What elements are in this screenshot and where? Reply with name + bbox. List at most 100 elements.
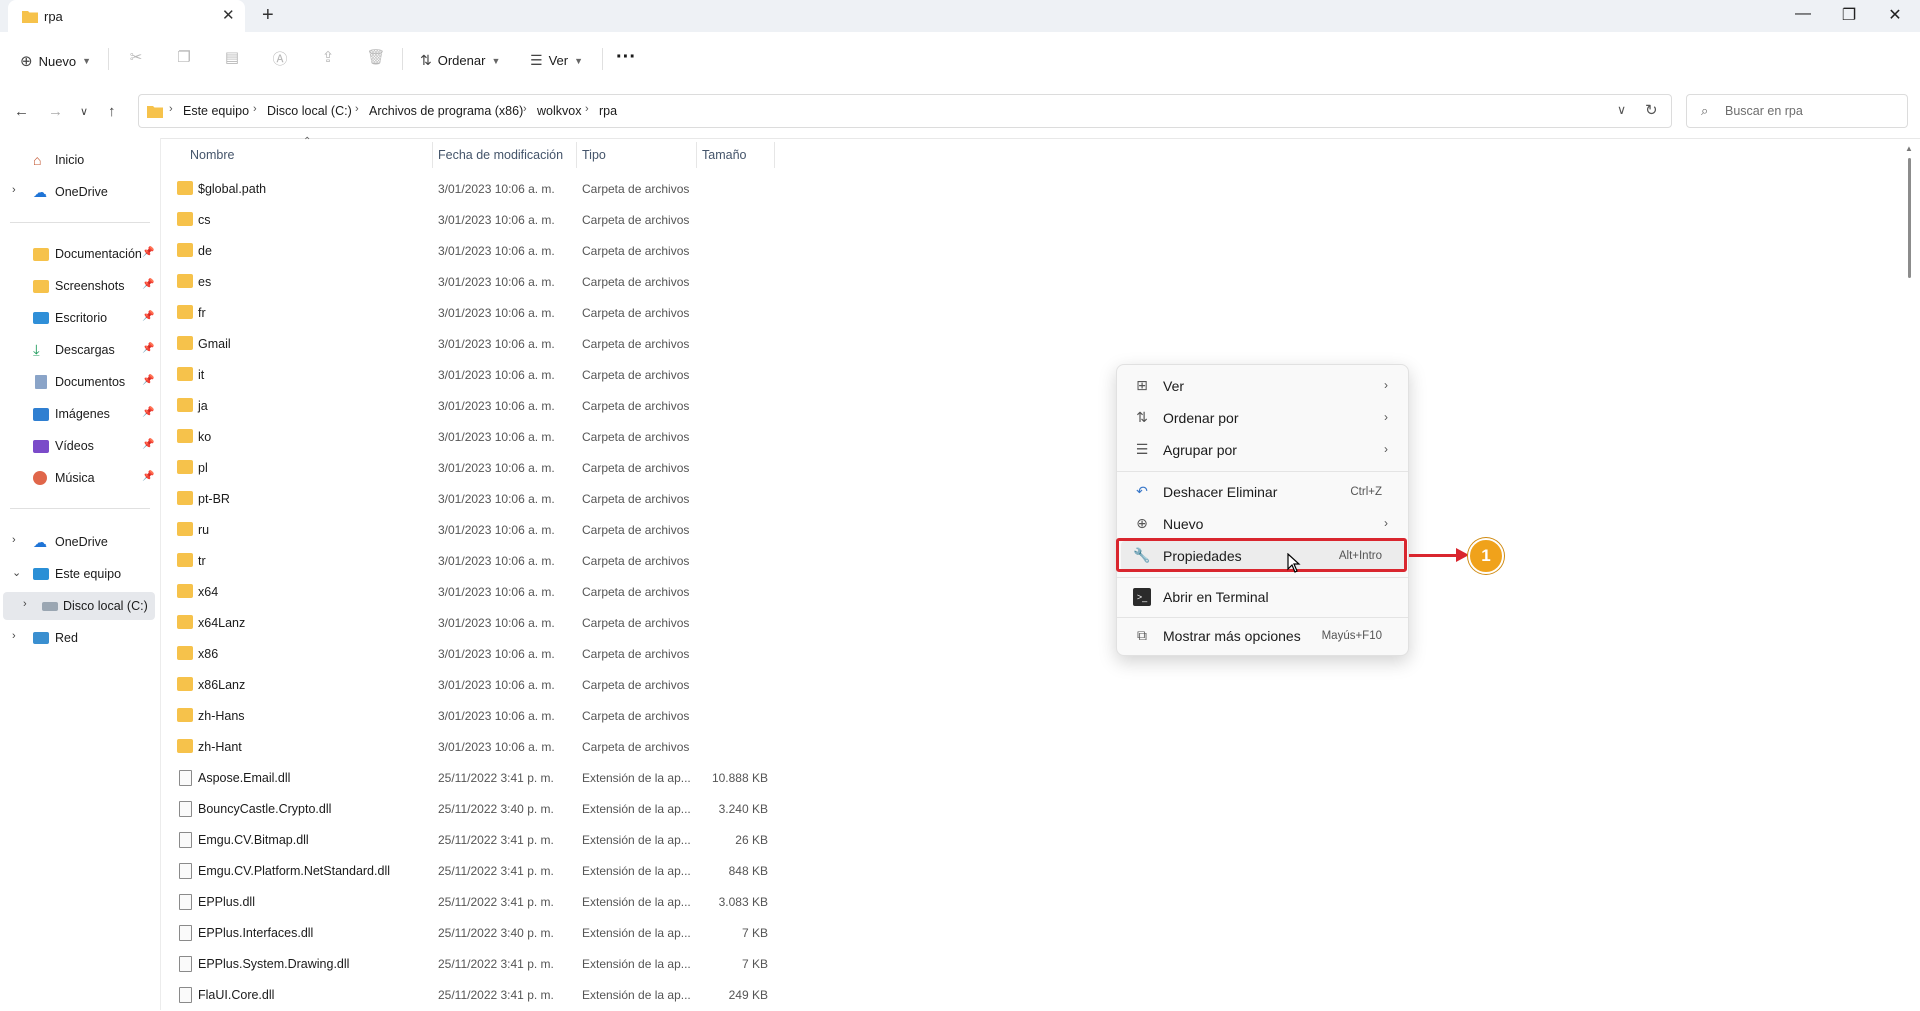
table-row[interactable]: fr 3/01/2023 10:06 a. m. Carpeta de archiv… <box>160 298 1910 329</box>
table-row[interactable]: x86Lanz 3/01/2023 10:06 a. m. Carpeta de a… <box>160 670 1910 701</box>
back-arrow-icon[interactable]: ← <box>14 103 29 120</box>
menu-item-ver[interactable]: ⊞ Ver › <box>1121 371 1404 401</box>
rename-icon[interactable]: Ⓐ <box>270 48 290 68</box>
sidebar-item-onedrive-top[interactable]: › ☁ OneDrive <box>0 178 160 206</box>
column-divider[interactable] <box>774 142 775 168</box>
menu-item-nuevo[interactable]: ⊕ Nuevo › <box>1121 509 1404 539</box>
tab-close-icon[interactable]: ✕ <box>222 6 235 24</box>
table-row[interactable]: x86 3/01/2023 10:06 a. m. Carpeta de archi… <box>160 639 1910 670</box>
cut-icon[interactable]: ✂ <box>126 48 146 68</box>
folder-icon <box>177 615 193 629</box>
menu-item-agrupar-por[interactable]: ☰ Agrupar por › <box>1121 435 1404 465</box>
forward-arrow-icon[interactable]: → <box>48 103 63 120</box>
table-row[interactable]: EPPlus.dll 25/11/2022 3:41 p. m. Extensión… <box>160 887 1910 918</box>
share-icon[interactable]: ⇪ <box>318 48 338 68</box>
recent-locations-icon[interactable]: ∨ <box>80 105 88 118</box>
search-box[interactable]: ⌕ Buscar en rpa <box>1686 94 1908 128</box>
close-button[interactable]: ✕ <box>1885 5 1905 25</box>
table-row[interactable]: ko 3/01/2023 10:06 a. m. Carpeta de archiv… <box>160 422 1910 453</box>
table-row[interactable]: EPPlus.System.Drawing.dll 25/11/2022 3:41… <box>160 949 1910 980</box>
chevron-right-icon[interactable]: › <box>23 598 27 610</box>
breadcrumb-este-equipo[interactable]: Este equipo <box>183 104 249 118</box>
table-row[interactable]: x64Lanz 3/01/2023 10:06 a. m. Carpeta de a… <box>160 608 1910 639</box>
vertical-scrollbar[interactable] <box>1908 158 1911 278</box>
chevron-right-icon[interactable]: › <box>12 184 16 196</box>
table-row[interactable]: Emgu.CV.Platform.NetStandard.dll 25/11/20… <box>160 856 1910 887</box>
sidebar-item-disco-local[interactable]: › Disco local (C:) <box>3 592 155 620</box>
table-row[interactable]: de 3/01/2023 10:06 a. m. Carpeta de archiv… <box>160 236 1910 267</box>
table-row[interactable]: FlaUI.Core.dll 25/11/2022 3:41 p. m. Exten… <box>160 980 1910 1011</box>
sort-button[interactable]: ⇅ Ordenar ▼ <box>420 52 500 69</box>
navigation-bar: ← → ∨ ↑ › Este equipo › Disco local (C:)… <box>0 86 1920 139</box>
view-button[interactable]: ☰ Ver ▼ <box>530 52 583 69</box>
more-options-icon: ⧉ <box>1137 627 1147 643</box>
sidebar-item-screenshots[interactable]: Screenshots 📌 <box>0 272 160 300</box>
column-divider[interactable] <box>576 142 577 168</box>
dll-file-icon <box>179 987 192 1003</box>
scroll-up-icon[interactable]: ▲ <box>1905 144 1913 153</box>
table-row[interactable]: cs 3/01/2023 10:06 a. m. Carpeta de archiv… <box>160 205 1910 236</box>
sidebar-item-red[interactable]: › Red <box>0 624 160 652</box>
table-row[interactable]: Gmail 3/01/2023 10:06 a. m. Carpeta de arc… <box>160 329 1910 360</box>
column-header-type[interactable]: Tipo <box>582 148 606 162</box>
address-dropdown-icon[interactable]: ∨ <box>1617 102 1626 117</box>
sidebar-item-imagenes[interactable]: Imágenes 📌 <box>0 400 160 428</box>
refresh-icon[interactable]: ↻ <box>1645 101 1658 119</box>
new-tab-button[interactable]: + <box>262 4 274 27</box>
table-row[interactable]: zh-Hant 3/01/2023 10:06 a. m. Carpeta de a… <box>160 732 1910 763</box>
dll-file-icon <box>179 894 192 910</box>
column-divider[interactable] <box>696 142 697 168</box>
table-row[interactable]: tr 3/01/2023 10:06 a. m. Carpeta de archiv… <box>160 546 1910 577</box>
breadcrumb-rpa[interactable]: rpa <box>599 104 617 118</box>
copy-icon[interactable]: ❐ <box>174 48 194 68</box>
up-arrow-icon[interactable]: ↑ <box>108 103 116 120</box>
sidebar-item-escritorio[interactable]: Escritorio 📌 <box>0 304 160 332</box>
table-row[interactable]: pt-BR 3/01/2023 10:06 a. m. Carpeta de arc… <box>160 484 1910 515</box>
sidebar-item-videos[interactable]: Vídeos 📌 <box>0 432 160 460</box>
column-header-size[interactable]: Tamaño <box>702 148 746 162</box>
address-bar[interactable]: › Este equipo › Disco local (C:) › Archi… <box>138 94 1672 128</box>
chevron-right-icon[interactable]: › <box>12 630 16 642</box>
table-row[interactable]: BouncyCastle.Crypto.dll 25/11/2022 3:40 p… <box>160 794 1910 825</box>
new-button[interactable]: ⊕ Nuevo ▼ <box>20 52 91 70</box>
sidebar-item-este-equipo[interactable]: ⌄ Este equipo <box>0 560 160 588</box>
table-row[interactable]: es 3/01/2023 10:06 a. m. Carpeta de archiv… <box>160 267 1910 298</box>
sidebar-item-onedrive[interactable]: › ☁ OneDrive <box>0 528 160 556</box>
table-row[interactable]: Emgu.CV.Bitmap.dll 25/11/2022 3:41 p. m. E… <box>160 825 1910 856</box>
delete-icon[interactable]: 🗑 <box>366 48 386 68</box>
sidebar-item-musica[interactable]: Música 📌 <box>0 464 160 492</box>
table-row[interactable]: zh-Hans 3/01/2023 10:06 a. m. Carpeta de a… <box>160 701 1910 732</box>
column-header-name[interactable]: Nombre <box>190 148 234 162</box>
table-row[interactable]: ja 3/01/2023 10:06 a. m. Carpeta de archiv… <box>160 391 1910 422</box>
column-header-date[interactable]: Fecha de modificación <box>438 148 563 162</box>
more-options-button[interactable]: ··· <box>616 46 636 69</box>
breadcrumb-disco-local[interactable]: Disco local (C:) <box>267 104 352 118</box>
breadcrumb-archivos-programa[interactable]: Archivos de programa (x86) <box>369 104 523 118</box>
paste-icon[interactable]: ▤ <box>222 48 242 68</box>
menu-item-deshacer-eliminar[interactable]: ↶ Deshacer Eliminar Ctrl+Z <box>1121 477 1404 507</box>
folder-icon <box>177 584 193 598</box>
table-row[interactable]: EPPlus.Interfaces.dll 25/11/2022 3:40 p. … <box>160 918 1910 949</box>
chevron-right-icon: › <box>523 103 527 115</box>
search-input[interactable]: Buscar en rpa <box>1725 104 1803 118</box>
table-row[interactable]: x64 3/01/2023 10:06 a. m. Carpeta de archi… <box>160 577 1910 608</box>
sidebar-item-inicio[interactable]: ⌂ Inicio <box>0 146 160 174</box>
tab-rpa[interactable]: rpa ✕ <box>8 0 245 32</box>
minimize-button[interactable]: — <box>1793 5 1813 23</box>
breadcrumb-wolkvox[interactable]: wolkvox <box>537 104 581 118</box>
sidebar-item-documentos[interactable]: Documentos 📌 <box>0 368 160 396</box>
table-row[interactable]: $global.path 3/01/2023 10:06 a. m. Carpeta… <box>160 174 1910 205</box>
sidebar-item-descargas[interactable]: ⤓ Descargas 📌 <box>0 336 160 364</box>
table-row[interactable]: Aspose.Email.dll 25/11/2022 3:41 p. m. Ext… <box>160 763 1910 794</box>
table-row[interactable]: ru 3/01/2023 10:06 a. m. Carpeta de archiv… <box>160 515 1910 546</box>
column-divider[interactable] <box>432 142 433 168</box>
chevron-right-icon[interactable]: › <box>12 534 16 546</box>
table-row[interactable]: it 3/01/2023 10:06 a. m. Carpeta de archiv… <box>160 360 1910 391</box>
maximize-button[interactable]: ❐ <box>1839 5 1859 25</box>
menu-item-ordenar-por[interactable]: ⇅ Ordenar por › <box>1121 403 1404 433</box>
chevron-down-icon[interactable]: ⌄ <box>12 566 21 579</box>
menu-item-mostrar-mas-opciones[interactable]: ⧉ Mostrar más opciones Mayús+F10 <box>1121 621 1404 651</box>
table-row[interactable]: pl 3/01/2023 10:06 a. m. Carpeta de archiv… <box>160 453 1910 484</box>
sidebar-item-documentacion[interactable]: Documentación 📌 <box>0 240 160 268</box>
menu-item-abrir-terminal[interactable]: >_ Abrir en Terminal <box>1121 582 1404 612</box>
